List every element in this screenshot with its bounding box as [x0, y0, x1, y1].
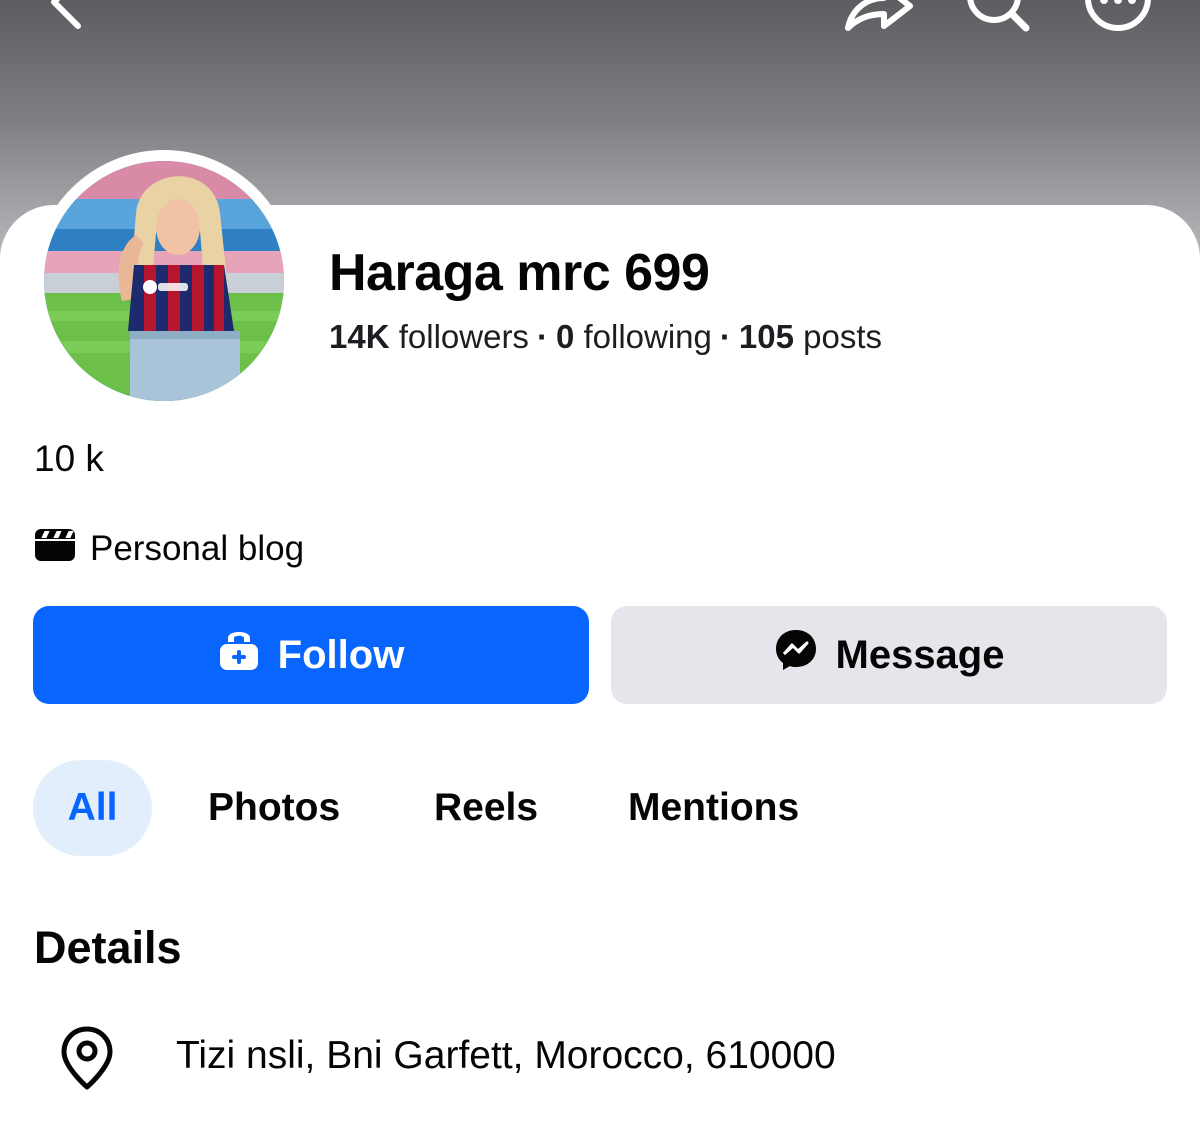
details-heading: Details	[34, 922, 182, 973]
tab-reels[interactable]: Reels	[434, 760, 538, 856]
messenger-icon	[774, 628, 818, 682]
followers-label: followers	[398, 318, 529, 355]
message-button[interactable]: Message	[611, 606, 1167, 704]
page-title: Haraga mrc 699	[329, 244, 710, 302]
chevron-left-icon[interactable]	[40, 0, 90, 37]
tab-all[interactable]: All	[33, 760, 152, 856]
followers-count: 14K	[329, 318, 390, 355]
followers-stat[interactable]: 14K followers	[329, 318, 529, 355]
stats-separator: ·	[536, 318, 548, 355]
profile-bio: 10 k	[34, 438, 104, 479]
posts-count: 105	[738, 318, 794, 355]
profile-category: Personal blog	[34, 526, 304, 572]
following-stat[interactable]: 0 following	[556, 318, 712, 355]
follow-button[interactable]: Follow	[33, 606, 589, 704]
location-pin-icon	[60, 1025, 114, 1091]
clapperboard-icon	[34, 528, 76, 571]
add-user-icon	[218, 628, 260, 682]
posts-label: posts	[803, 318, 882, 355]
posts-stat: 105 posts	[739, 318, 882, 355]
more-options-icon[interactable]	[1082, 0, 1158, 39]
stats-separator: ·	[719, 318, 731, 355]
tab-photos[interactable]: Photos	[208, 760, 340, 856]
following-label: following	[583, 318, 712, 355]
avatar[interactable]	[44, 161, 284, 401]
follow-label: Follow	[277, 632, 405, 677]
profile-stats: 14K followers · 0 following · 105 posts	[329, 318, 882, 356]
following-count: 0	[555, 318, 575, 355]
tab-mentions[interactable]: Mentions	[628, 760, 799, 856]
share-icon[interactable]	[840, 0, 916, 39]
location-text: Tizi nsli, Bni Garfett, Morocco, 610000	[176, 1034, 836, 1077]
category-label: Personal blog	[90, 529, 305, 568]
search-icon[interactable]	[960, 0, 1036, 39]
message-label: Message	[835, 632, 1005, 677]
